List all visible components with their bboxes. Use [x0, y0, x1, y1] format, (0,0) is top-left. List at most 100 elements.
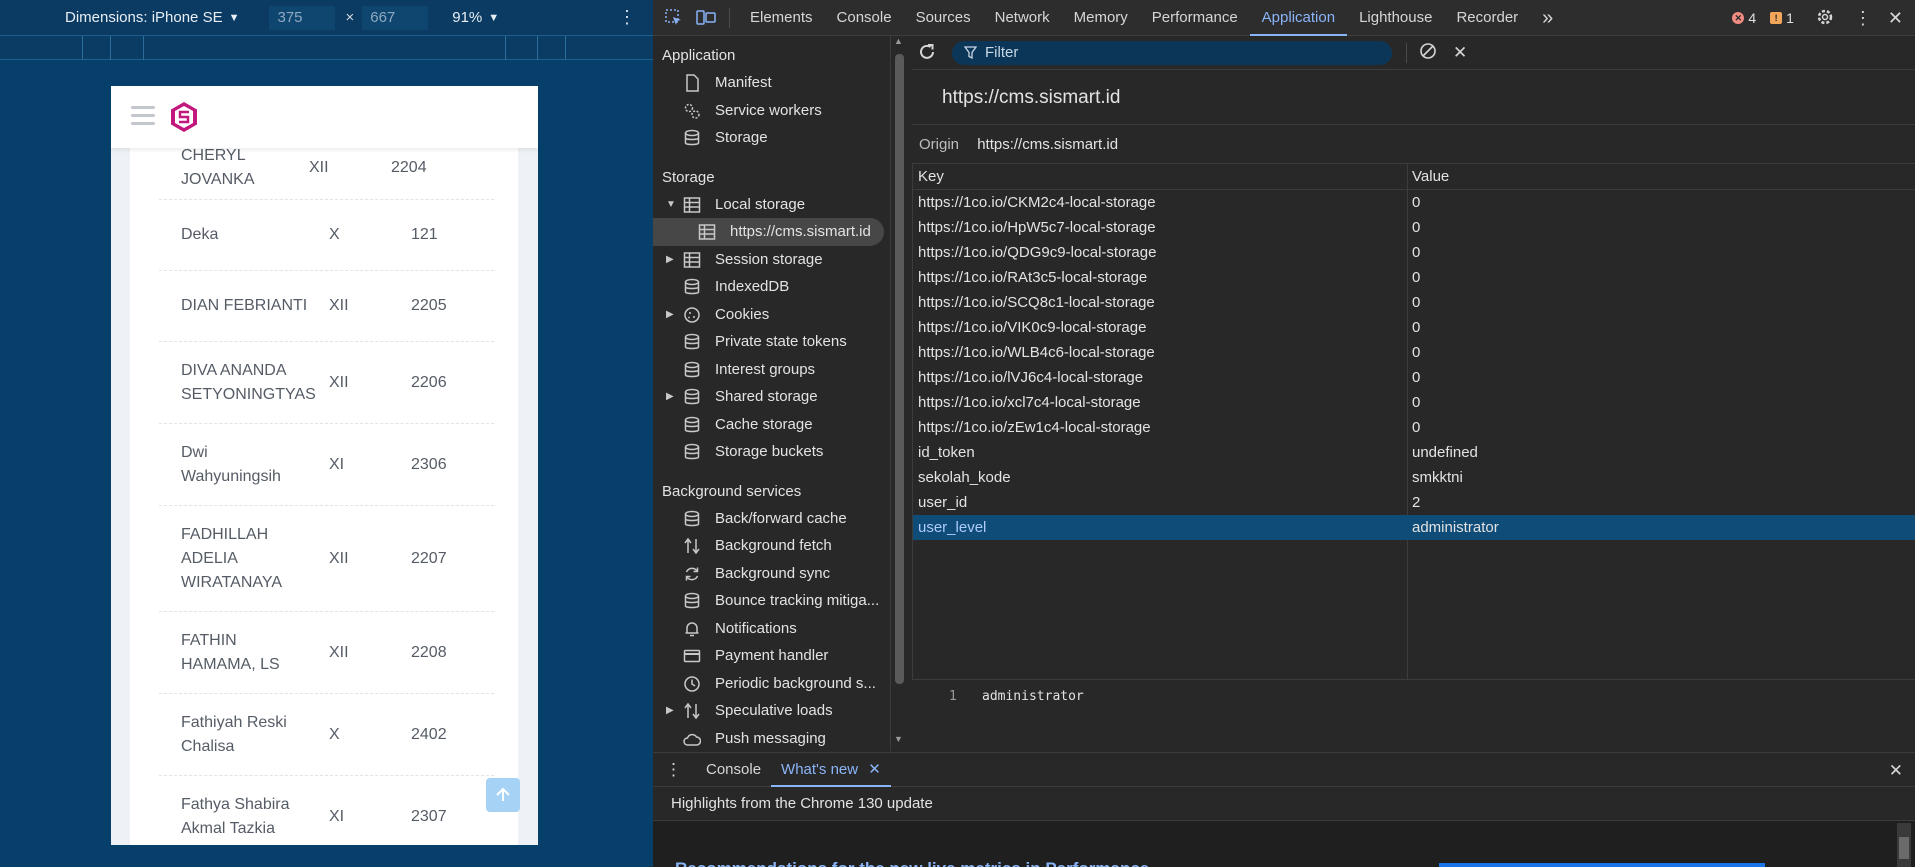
- device-dimensions-select[interactable]: Dimensions: iPhone SE ▼: [65, 9, 239, 26]
- close-tab-icon[interactable]: ✕: [868, 761, 881, 778]
- warnings-badge[interactable]: ! 1: [1770, 10, 1794, 26]
- sidebar-item-cookies[interactable]: ▶ Cookies: [653, 301, 890, 329]
- tab-application[interactable]: Application: [1249, 0, 1348, 36]
- more-options-icon[interactable]: ⋮: [1854, 8, 1872, 29]
- table-row[interactable]: Deka X 121: [159, 200, 494, 271]
- table-row[interactable]: FADHILLAH ADELIA WIRATANAYA XII 2207: [159, 506, 494, 612]
- sidebar-item-bfcache[interactable]: Back/forward cache: [653, 505, 890, 533]
- scrollbar-thumb[interactable]: [895, 54, 904, 684]
- hamburger-menu-icon[interactable]: [131, 106, 155, 128]
- table-row[interactable]: CHERYL JOVANKA XII 2204: [159, 148, 494, 200]
- tab-recorder[interactable]: Recorder: [1444, 0, 1530, 36]
- device-width-input[interactable]: 375: [269, 5, 336, 30]
- sidebar-item-interest-groups[interactable]: Interest groups: [653, 356, 890, 384]
- sidebar-item-label: Push messaging: [715, 729, 826, 747]
- ruler-tick: [565, 36, 566, 60]
- refresh-icon[interactable]: [917, 42, 937, 65]
- inspect-element-icon[interactable]: [663, 7, 685, 29]
- sidebar-item-private-state-tokens[interactable]: Private state tokens: [653, 328, 890, 356]
- drawer-tab-console[interactable]: Console: [696, 753, 771, 787]
- table-row[interactable]: sekolah_kode smkktni: [913, 465, 1915, 490]
- sidebar-item-label: Notifications: [715, 619, 797, 637]
- tab-performance[interactable]: Performance: [1140, 0, 1250, 36]
- sidebar-item-bounce-tracking[interactable]: Bounce tracking mitiga...: [653, 587, 890, 615]
- column-header-key[interactable]: Key: [918, 164, 944, 190]
- table-row[interactable]: DIAN FEBRIANTI XII 2205: [159, 271, 494, 342]
- tab-elements[interactable]: Elements: [738, 0, 825, 36]
- scroll-up-icon[interactable]: ▲: [894, 36, 903, 46]
- close-icon[interactable]: ✕: [1888, 8, 1903, 29]
- table-row[interactable]: Dwi Wahyuningsih XI 2306: [159, 424, 494, 506]
- sidebar-item-indexeddb[interactable]: IndexedDB: [653, 273, 890, 301]
- tab-console[interactable]: Console: [825, 0, 904, 36]
- sidebar-item-background-fetch[interactable]: Background fetch: [653, 532, 890, 560]
- sidebar-item-push-messaging[interactable]: Push messaging: [653, 725, 890, 752]
- table-row[interactable]: https://1co.io/SCQ8c1-local-storage 0: [913, 290, 1915, 315]
- table-row[interactable]: https://1co.io/xcl7c4-local-storage 0: [913, 390, 1915, 415]
- preview-value[interactable]: administrator: [982, 680, 1084, 713]
- table-row[interactable]: https://1co.io/WLB4c6-local-storage 0: [913, 340, 1915, 365]
- sidebar-item-speculative-loads[interactable]: ▶ Speculative loads: [653, 697, 890, 725]
- sidebar-item-shared-storage[interactable]: ▶ Shared storage: [653, 383, 890, 411]
- device-height-input[interactable]: 667: [362, 5, 429, 30]
- sidebar-item-notifications[interactable]: Notifications: [653, 615, 890, 643]
- table-row[interactable]: https://1co.io/HpW5c7-local-storage 0: [913, 215, 1915, 240]
- student-class: X: [329, 226, 340, 243]
- table-row[interactable]: id_token undefined: [913, 440, 1915, 465]
- sidebar-item-local-storage[interactable]: ▼ Local storage: [653, 191, 890, 219]
- table-row[interactable]: https://1co.io/zEw1c4-local-storage 0: [913, 415, 1915, 440]
- scroll-down-icon[interactable]: ▼: [894, 734, 903, 744]
- drawer-menu-icon[interactable]: ⋮: [665, 760, 682, 780]
- scrollbar-thumb[interactable]: [1899, 837, 1909, 859]
- table-row[interactable]: Fathya Shabira Akmal Tazkia XI 2307: [159, 776, 494, 845]
- sidebar-item-periodic-background-sync[interactable]: Periodic background s...: [653, 670, 890, 698]
- table-row[interactable]: https://1co.io/CKM2c4-local-storage 0: [913, 190, 1915, 215]
- row-value: 0: [1412, 294, 1421, 311]
- more-tabs-icon[interactable]: »: [1530, 0, 1565, 36]
- filter-input[interactable]: Filter: [952, 40, 1392, 65]
- table-row[interactable]: https://1co.io/lVJ6c4-local-storage 0: [913, 365, 1915, 390]
- tab-lighthouse[interactable]: Lighthouse: [1347, 0, 1444, 36]
- whats-new-teaser[interactable]: Recommendations for the new live metrics…: [675, 859, 1149, 867]
- sidebar-item-payment-handler[interactable]: Payment handler: [653, 642, 890, 670]
- more-options-icon[interactable]: ⋮: [618, 7, 636, 28]
- table-row[interactable]: FATHIN HAMAMA, LS XII 2208: [159, 612, 494, 694]
- sidebar-item-storage-buckets[interactable]: Storage buckets: [653, 438, 890, 466]
- sidebar-item-session-storage[interactable]: ▶ Session storage: [653, 246, 890, 274]
- drawer-scrollbar[interactable]: [1897, 823, 1911, 867]
- zoom-select[interactable]: 91% ▼: [452, 9, 499, 26]
- tab-sources[interactable]: Sources: [904, 0, 983, 36]
- table-row[interactable]: https://1co.io/QDG9c9-local-storage 0: [913, 240, 1915, 265]
- clear-all-icon[interactable]: [1419, 42, 1437, 63]
- media-query-ruler[interactable]: [0, 36, 653, 60]
- sidebar-item-background-sync[interactable]: Background sync: [653, 560, 890, 588]
- device-toggle-icon[interactable]: [695, 7, 717, 29]
- close-drawer-icon[interactable]: ✕: [1889, 761, 1903, 781]
- triangle-down-icon[interactable]: ▼: [666, 191, 676, 219]
- tab-network[interactable]: Network: [983, 0, 1062, 36]
- student-id: 2307: [411, 808, 447, 825]
- table-row[interactable]: Fathiyah Reski Chalisa X 2402: [159, 694, 494, 776]
- drawer-tab-whats-new[interactable]: What's new ✕: [771, 753, 891, 787]
- triangle-right-icon[interactable]: ▶: [666, 246, 674, 274]
- column-header-value[interactable]: Value: [1412, 164, 1449, 190]
- scroll-to-top-button[interactable]: [486, 778, 520, 812]
- sidebar-item-local-storage-origin[interactable]: https://cms.sismart.id: [653, 218, 884, 246]
- sidebar-item-service-workers[interactable]: Service workers: [653, 97, 890, 125]
- table-row[interactable]: https://1co.io/VIK0c9-local-storage 0: [913, 315, 1915, 340]
- table-row-selected[interactable]: user_level administrator: [913, 515, 1915, 540]
- sidebar-item-manifest[interactable]: Manifest: [653, 69, 890, 97]
- tab-memory[interactable]: Memory: [1062, 0, 1140, 36]
- sidebar-item-cache-storage[interactable]: Cache storage: [653, 411, 890, 439]
- triangle-right-icon[interactable]: ▶: [666, 697, 674, 725]
- table-row[interactable]: DIVA ANANDA SETYONINGTYAS XII 2206: [159, 342, 494, 424]
- table-row[interactable]: https://1co.io/RAt3c5-local-storage 0: [913, 265, 1915, 290]
- triangle-right-icon[interactable]: ▶: [666, 301, 674, 329]
- sidebar-item-storage[interactable]: Storage: [653, 124, 890, 152]
- sidebar-scrollbar[interactable]: ▲ ▼: [893, 36, 905, 750]
- delete-selected-icon[interactable]: ✕: [1453, 43, 1467, 63]
- errors-badge[interactable]: ✕ 4: [1732, 10, 1756, 26]
- triangle-right-icon[interactable]: ▶: [666, 383, 674, 411]
- gear-icon[interactable]: [1816, 8, 1834, 29]
- table-row[interactable]: user_id 2: [913, 490, 1915, 515]
